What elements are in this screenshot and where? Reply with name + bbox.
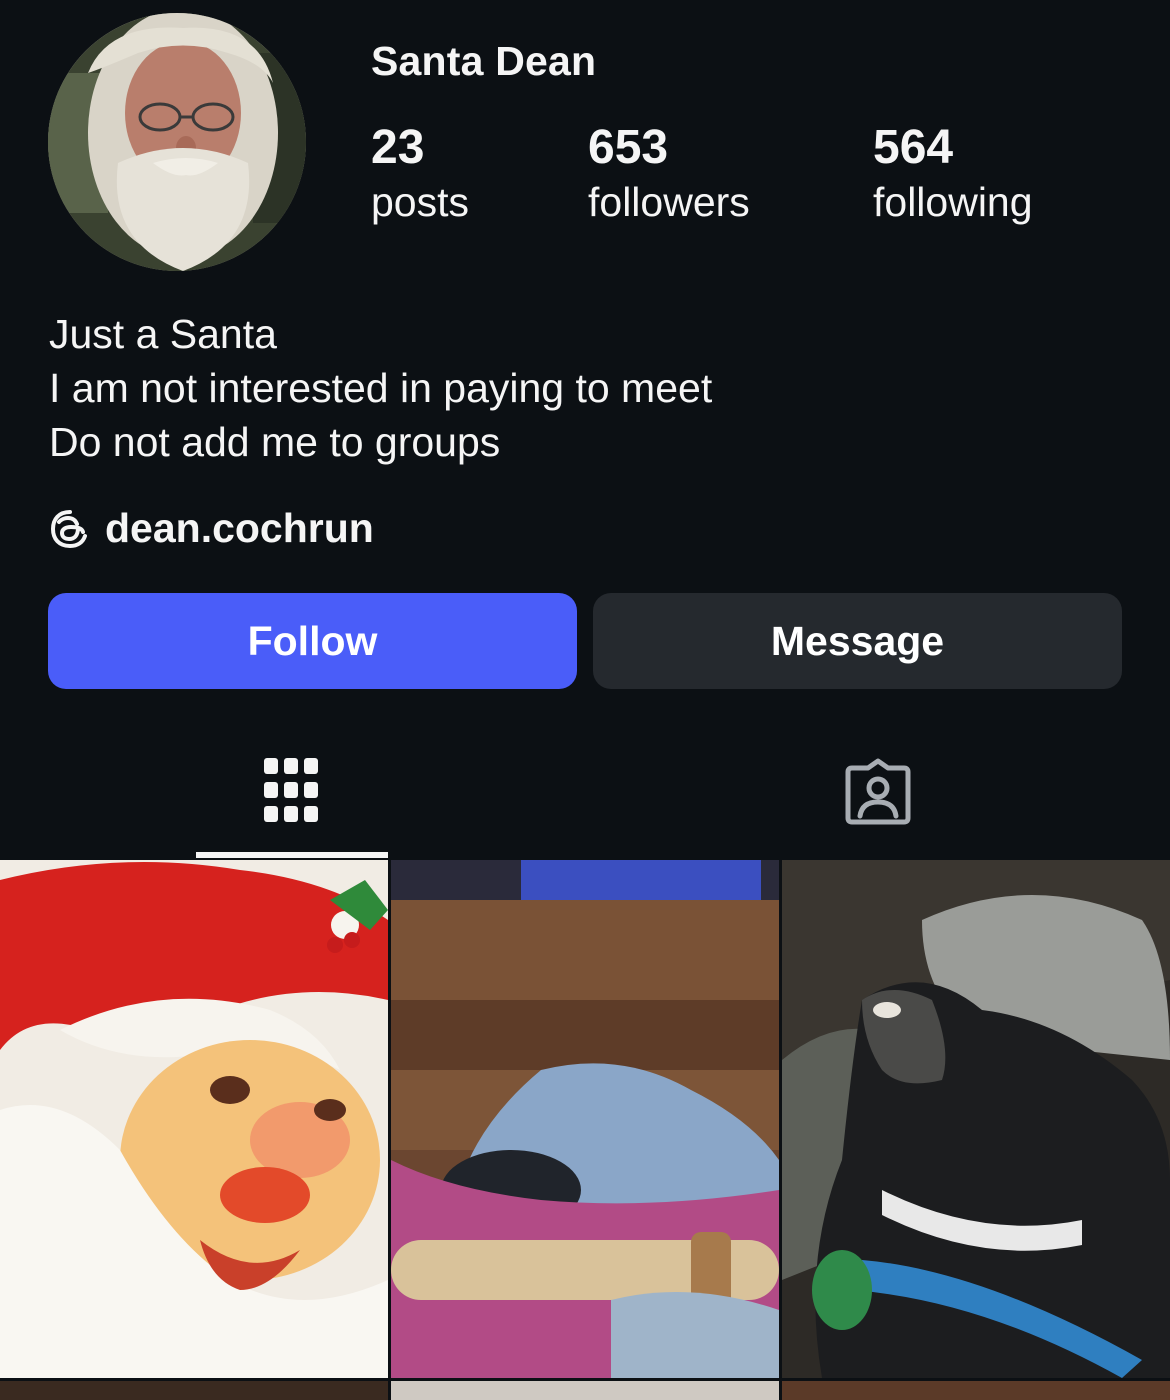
post-thumbnail[interactable] [391,860,779,1378]
post-thumbnail[interactable] [782,1381,1170,1400]
tab-tagged[interactable] [782,730,974,858]
posts-count: 23 [371,121,425,174]
post-thumbnail[interactable] [0,860,388,1378]
post-thumbnail[interactable] [782,860,1170,1378]
profile-page: Santa Dean 23 posts 653 followers 564 fo… [0,0,1170,1400]
stat-following[interactable]: 564 following [873,120,1033,228]
follow-button[interactable]: Follow [48,593,577,689]
sleeping-dog-photo [782,860,1170,1378]
santa-illustration [0,860,388,1378]
post-thumbnail[interactable] [391,1381,779,1400]
bio-line: I am not interested in paying to meet [49,365,713,411]
posts-grid [0,860,1170,1400]
avatar-photo [48,13,306,271]
post-thumbnail[interactable] [0,1381,388,1400]
following-label: following [873,179,1033,225]
threads-icon [50,509,87,548]
threads-handle: dean.cochrun [105,505,374,551]
followers-label: followers [588,179,750,225]
stat-posts[interactable]: 23 posts [371,120,469,228]
profile-name: Santa Dean [371,38,597,84]
stat-followers[interactable]: 653 followers [588,120,750,228]
bio-line: Just a Santa [49,311,277,357]
threads-link[interactable]: dean.cochrun [49,505,374,552]
profile-avatar[interactable] [48,13,306,271]
posts-label: posts [371,179,469,225]
tab-posts-grid[interactable] [196,730,388,858]
following-count: 564 [873,121,954,174]
message-button[interactable]: Message [593,593,1122,689]
cat-on-bed-photo [391,860,779,1378]
bio-line: Do not add me to groups [49,419,501,465]
tagged-icon [845,758,911,825]
profile-bio: Just a Santa I am not interested in payi… [49,307,712,469]
followers-count: 653 [588,121,669,174]
grid-icon [264,758,318,822]
active-tab-indicator [196,852,388,858]
